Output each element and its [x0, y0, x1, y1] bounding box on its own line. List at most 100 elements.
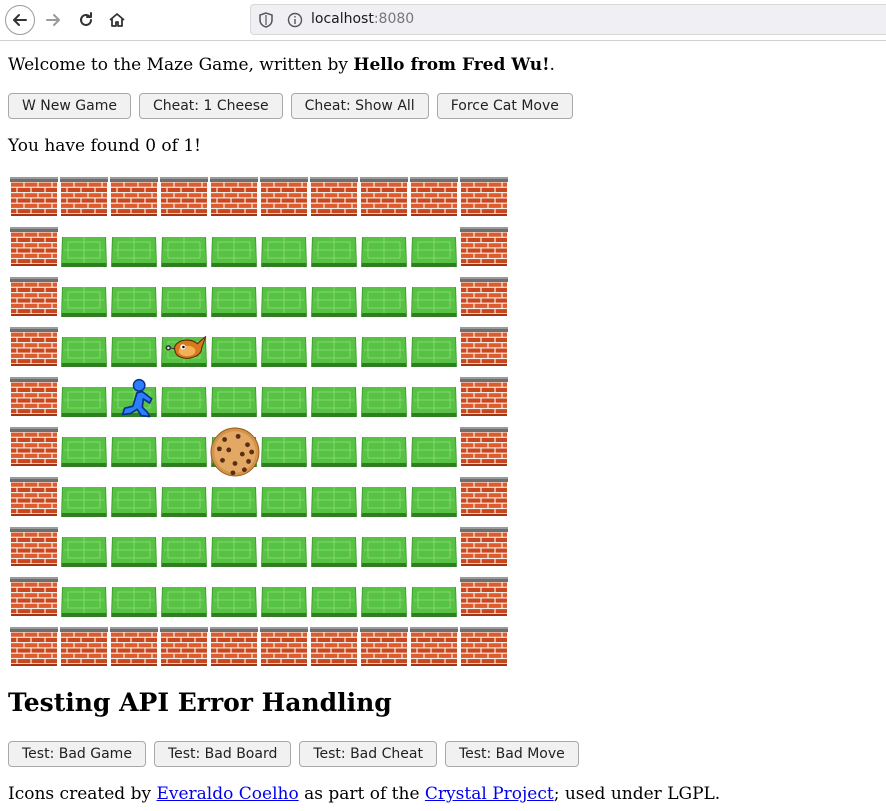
maze-cell-grass-floor[interactable] [310, 377, 360, 427]
maze-cell-grass-floor[interactable] [110, 577, 160, 627]
maze-cell-grass-floor[interactable] [160, 427, 210, 477]
maze-cell-grass-floor[interactable] [160, 577, 210, 627]
maze-cell-player-runner[interactable] [110, 377, 160, 427]
maze-cell-brick-wall[interactable] [10, 177, 60, 227]
maze-cell-brick-wall[interactable] [360, 177, 410, 227]
maze-cell-grass-floor[interactable] [260, 427, 310, 477]
new-game-button[interactable]: W New Game [8, 93, 131, 119]
maze-cell-brick-wall[interactable] [460, 377, 510, 427]
maze-cell-grass-floor[interactable] [310, 327, 360, 377]
maze-cell-grass-floor[interactable] [160, 477, 210, 527]
maze-cell-grass-floor[interactable] [260, 377, 310, 427]
maze-cell-grass-floor[interactable] [310, 527, 360, 577]
maze-cell-brick-wall[interactable] [260, 177, 310, 227]
maze-cell-grass-floor[interactable] [160, 377, 210, 427]
crystal-project-link[interactable]: Crystal Project [425, 784, 554, 804]
maze-cell-grass-floor[interactable] [360, 327, 410, 377]
maze-cell-grass-floor[interactable] [110, 427, 160, 477]
maze-cell-brick-wall[interactable] [210, 177, 260, 227]
cheat-show-all-button[interactable]: Cheat: Show All [290, 93, 429, 119]
maze-cell-grass-floor[interactable] [60, 277, 110, 327]
maze-cell-brick-wall[interactable] [460, 277, 510, 327]
maze-cell-grass-floor[interactable] [310, 577, 360, 627]
info-icon[interactable] [287, 12, 303, 28]
maze-cell-grass-floor[interactable] [210, 327, 260, 377]
maze-cell-brick-wall[interactable] [210, 627, 260, 677]
maze-cell-grass-floor[interactable] [210, 227, 260, 277]
home-button[interactable] [102, 5, 132, 35]
test-bad-cheat-button[interactable]: Test: Bad Cheat [299, 741, 437, 767]
maze-cell-grass-floor[interactable] [410, 377, 460, 427]
maze-cell-brick-wall[interactable] [10, 227, 60, 277]
maze-cell-brick-wall[interactable] [460, 427, 510, 477]
maze-cell-grass-floor[interactable] [60, 227, 110, 277]
maze-cell-grass-floor[interactable] [210, 477, 260, 527]
maze-cell-grass-floor[interactable] [360, 577, 410, 627]
maze-cell-grass-floor[interactable] [160, 277, 210, 327]
maze-cell-grass-floor[interactable] [60, 327, 110, 377]
maze-cell-grass-floor[interactable] [260, 227, 310, 277]
maze-cell-cat[interactable] [160, 327, 210, 377]
maze-cell-grass-floor[interactable] [360, 377, 410, 427]
maze-cell-grass-floor[interactable] [310, 427, 360, 477]
shield-icon[interactable] [259, 12, 273, 28]
maze-cell-grass-floor[interactable] [110, 227, 160, 277]
maze-cell-grass-floor[interactable] [110, 477, 160, 527]
maze-cell-grass-floor[interactable] [360, 477, 410, 527]
maze-cell-brick-wall[interactable] [160, 177, 210, 227]
maze-cell-brick-wall[interactable] [10, 527, 60, 577]
maze-cell-brick-wall[interactable] [60, 627, 110, 677]
maze-cell-grass-floor[interactable] [60, 577, 110, 627]
maze-cell-grass-floor[interactable] [260, 527, 310, 577]
reload-button[interactable] [71, 5, 101, 35]
maze-cell-brick-wall[interactable] [10, 477, 60, 527]
maze-cell-grass-floor[interactable] [410, 327, 460, 377]
maze-cell-brick-wall[interactable] [60, 177, 110, 227]
maze-cell-brick-wall[interactable] [310, 627, 360, 677]
maze-cell-grass-floor[interactable] [260, 327, 310, 377]
maze-cell-brick-wall[interactable] [10, 577, 60, 627]
maze-cell-grass-floor[interactable] [260, 477, 310, 527]
force-cat-move-button[interactable]: Force Cat Move [436, 93, 573, 119]
maze-cell-brick-wall[interactable] [460, 227, 510, 277]
cheat-cheese-button[interactable]: Cheat: 1 Cheese [138, 93, 283, 119]
maze-cell-grass-floor[interactable] [210, 377, 260, 427]
maze-cell-brick-wall[interactable] [310, 177, 360, 227]
maze-cell-grass-floor[interactable] [60, 427, 110, 477]
maze-cell-brick-wall[interactable] [110, 627, 160, 677]
test-bad-board-button[interactable]: Test: Bad Board [153, 741, 292, 767]
maze-cell-brick-wall[interactable] [110, 177, 160, 227]
maze-cell-grass-floor[interactable] [210, 527, 260, 577]
maze-cell-grass-floor[interactable] [260, 577, 310, 627]
maze-cell-grass-floor[interactable] [310, 227, 360, 277]
maze-cell-grass-floor[interactable] [110, 527, 160, 577]
maze-cell-grass-floor[interactable] [310, 277, 360, 327]
maze-cell-grass-floor[interactable] [410, 277, 460, 327]
maze-cell-brick-wall[interactable] [460, 477, 510, 527]
maze-cell-brick-wall[interactable] [460, 177, 510, 227]
maze-cell-grass-floor[interactable] [410, 227, 460, 277]
test-bad-move-button[interactable]: Test: Bad Move [444, 741, 579, 767]
maze-cell-grass-floor[interactable] [60, 527, 110, 577]
maze-cell-brick-wall[interactable] [10, 277, 60, 327]
maze-cell-brick-wall[interactable] [160, 627, 210, 677]
maze-cell-brick-wall[interactable] [460, 577, 510, 627]
maze-cell-cookie-cheese[interactable] [210, 427, 260, 477]
back-button[interactable] [5, 5, 35, 35]
maze-cell-grass-floor[interactable] [160, 227, 210, 277]
maze-cell-grass-floor[interactable] [410, 477, 460, 527]
maze-cell-grass-floor[interactable] [360, 227, 410, 277]
maze-cell-grass-floor[interactable] [410, 577, 460, 627]
maze-cell-brick-wall[interactable] [360, 627, 410, 677]
maze-cell-brick-wall[interactable] [260, 627, 310, 677]
maze-cell-brick-wall[interactable] [10, 377, 60, 427]
maze-cell-brick-wall[interactable] [460, 527, 510, 577]
test-bad-game-button[interactable]: Test: Bad Game [8, 741, 146, 767]
maze-cell-brick-wall[interactable] [410, 627, 460, 677]
maze-cell-grass-floor[interactable] [360, 277, 410, 327]
maze-cell-brick-wall[interactable] [10, 627, 60, 677]
maze-cell-grass-floor[interactable] [360, 427, 410, 477]
maze-cell-grass-floor[interactable] [60, 477, 110, 527]
maze-cell-brick-wall[interactable] [10, 427, 60, 477]
maze-cell-brick-wall[interactable] [460, 627, 510, 677]
